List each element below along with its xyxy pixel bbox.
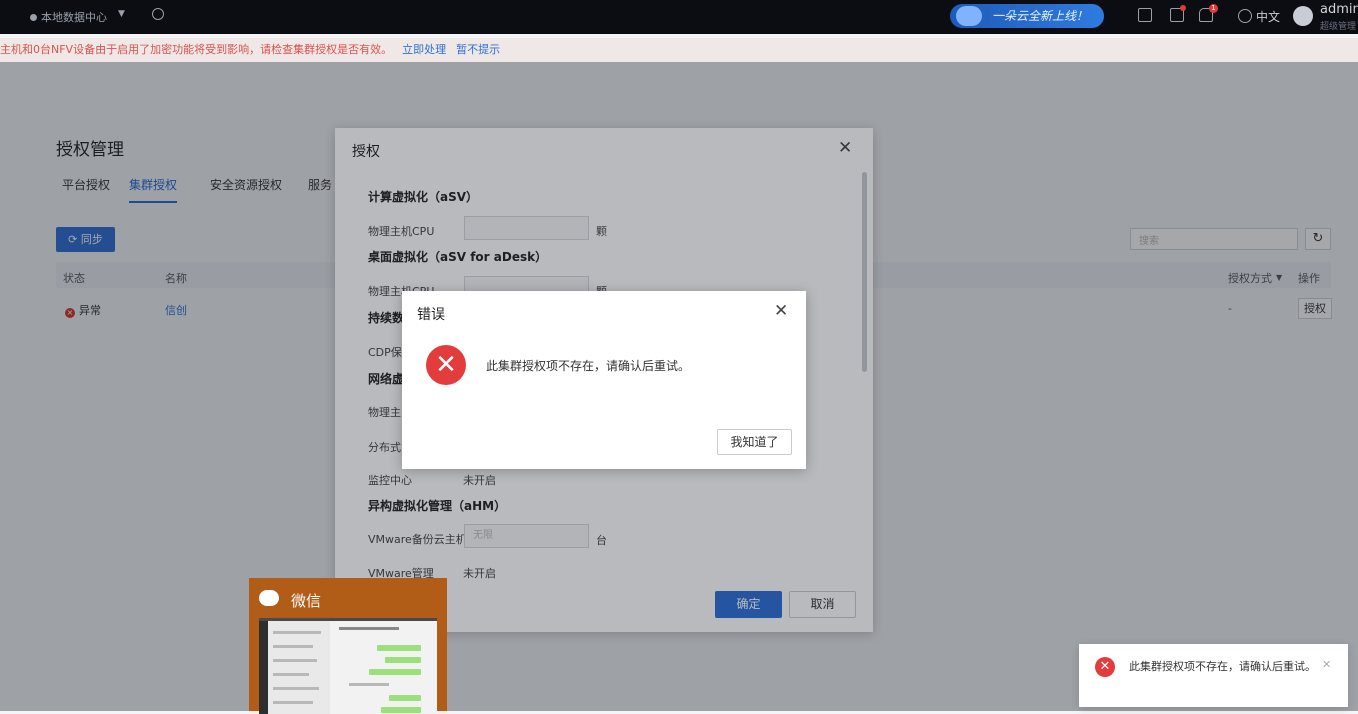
thumb-line [273, 687, 319, 690]
thumb-bubble [389, 695, 421, 701]
language-switch[interactable]: 中文 [1256, 8, 1280, 25]
thumb-line [273, 659, 317, 662]
search-icon[interactable] [152, 8, 164, 20]
username[interactable]: admin [1320, 2, 1358, 17]
cloud-icon [956, 6, 982, 26]
top-bar: 本地数据中心 ▼ 一朵云全新上线！ 1 中文 admin 超级管理 [0, 0, 1358, 34]
wechat-title: 微信 [291, 592, 322, 610]
close-icon[interactable]: ✕ [1322, 658, 1331, 671]
handle-now-link[interactable]: 立即处理 [402, 43, 446, 56]
thumb-bubble [381, 707, 421, 713]
document-icon[interactable] [1138, 8, 1152, 22]
alert-text: 主机和0台NFV设备由于启用了加密功能将受到影响，请检查集群授权是否有效。 [0, 43, 393, 56]
thumb-line [273, 631, 321, 634]
promo-text: 一朵云全新上线！ [992, 9, 1089, 23]
error-toast: ✕ 此集群授权项不存在，请确认后重试。 ✕ [1079, 644, 1348, 707]
avatar[interactable] [1293, 6, 1313, 26]
task-dot [1180, 5, 1186, 11]
thumb-sidebar [259, 621, 268, 714]
location-pin-icon [30, 14, 37, 21]
dismiss-link[interactable]: 暂不提示 [456, 43, 500, 56]
wechat-preview[interactable]: 微信 [249, 578, 447, 714]
error-icon: ✕ [1095, 657, 1115, 677]
thumb-line [349, 683, 389, 686]
thumb-line [273, 645, 313, 648]
notification-badge: 1 [1209, 4, 1218, 13]
acknowledge-button[interactable]: 我知道了 [717, 429, 792, 455]
promo-banner[interactable]: 一朵云全新上线！ [950, 4, 1104, 28]
wechat-icon [259, 590, 279, 606]
error-dialog: 错误 ✕ ✕ 此集群授权项不存在，请确认后重试。 我知道了 [402, 291, 806, 469]
thumb-line [339, 627, 399, 630]
user-role: 超级管理 [1320, 22, 1357, 32]
error-icon: ✕ [426, 345, 466, 385]
thumb-line [273, 701, 313, 704]
thumb-bubble [385, 657, 421, 663]
thumb-bubble [369, 669, 421, 675]
wechat-thumbnail [259, 618, 437, 714]
globe-icon[interactable] [1238, 9, 1252, 23]
error-dialog-title: 错误 [417, 307, 445, 323]
datacenter-selector[interactable]: 本地数据中心 [30, 9, 107, 25]
thumb-bubble [377, 645, 421, 651]
thumb-line [273, 673, 309, 676]
chevron-down-icon[interactable]: ▼ [118, 9, 125, 19]
error-message: 此集群授权项不存在，请确认后重试。 [486, 359, 691, 373]
alert-bar: 主机和0台NFV设备由于启用了加密功能将受到影响，请检查集群授权是否有效。 立即处… [0, 38, 1358, 62]
close-icon[interactable]: ✕ [774, 301, 788, 321]
toast-message: 此集群授权项不存在，请确认后重试。 [1129, 660, 1316, 673]
datacenter-label: 本地数据中心 [41, 11, 107, 24]
